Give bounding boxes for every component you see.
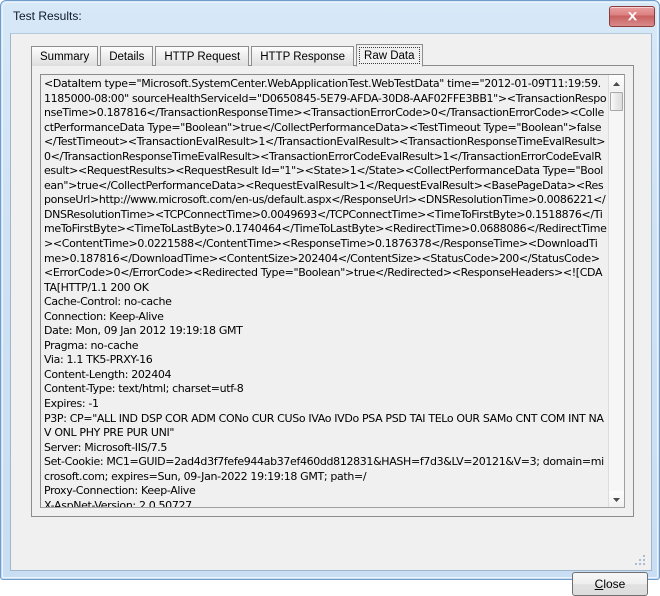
tab-summary[interactable]: Summary: [31, 46, 99, 66]
raw-data-vertical-scrollbar[interactable]: [608, 75, 624, 507]
scroll-up-arrow-icon: [612, 75, 621, 92]
title-bar[interactable]: Test Results:: [3, 3, 659, 31]
resize-grip[interactable]: [634, 554, 647, 567]
scroll-up-button[interactable]: [609, 75, 624, 91]
window-close-button[interactable]: [609, 6, 655, 27]
test-results-window: Test Results: Summary Details HTTP Reque…: [0, 0, 660, 596]
scroll-down-arrow-icon: [612, 490, 621, 507]
tab-strip: Summary Details HTTP Request HTTP Respon…: [31, 44, 634, 67]
close-button[interactable]: Close: [572, 572, 648, 596]
close-button-label: lose: [603, 577, 626, 591]
tab-raw-data[interactable]: Raw Data: [356, 44, 423, 67]
tab-details-label: Details: [109, 50, 145, 63]
tab-http-response[interactable]: HTTP Response: [251, 46, 355, 66]
tab-panel-raw-data: <DataItem type="Microsoft.SystemCenter.W…: [31, 65, 634, 517]
scrollbar-thumb[interactable]: [610, 92, 623, 111]
tab-control: Summary Details HTTP Request HTTP Respon…: [31, 44, 634, 517]
close-x-icon: [610, 7, 654, 26]
tab-details[interactable]: Details: [100, 46, 154, 66]
tab-raw-data-label: Raw Data: [364, 49, 415, 62]
scroll-down-button[interactable]: [609, 491, 624, 507]
tab-http-request-label: HTTP Request: [164, 50, 241, 63]
window-title: Test Results:: [13, 9, 82, 23]
raw-data-text: <DataItem type="Microsoft.SystemCenter.W…: [44, 77, 607, 508]
raw-data-textbox[interactable]: <DataItem type="Microsoft.SystemCenter.W…: [40, 74, 625, 508]
close-button-accelerator: C: [594, 577, 604, 591]
dialog-client-area: Summary Details HTTP Request HTTP Respon…: [10, 33, 652, 596]
tab-http-request[interactable]: HTTP Request: [155, 46, 250, 66]
tab-http-response-label: HTTP Response: [260, 50, 346, 63]
tab-summary-label: Summary: [40, 50, 90, 63]
